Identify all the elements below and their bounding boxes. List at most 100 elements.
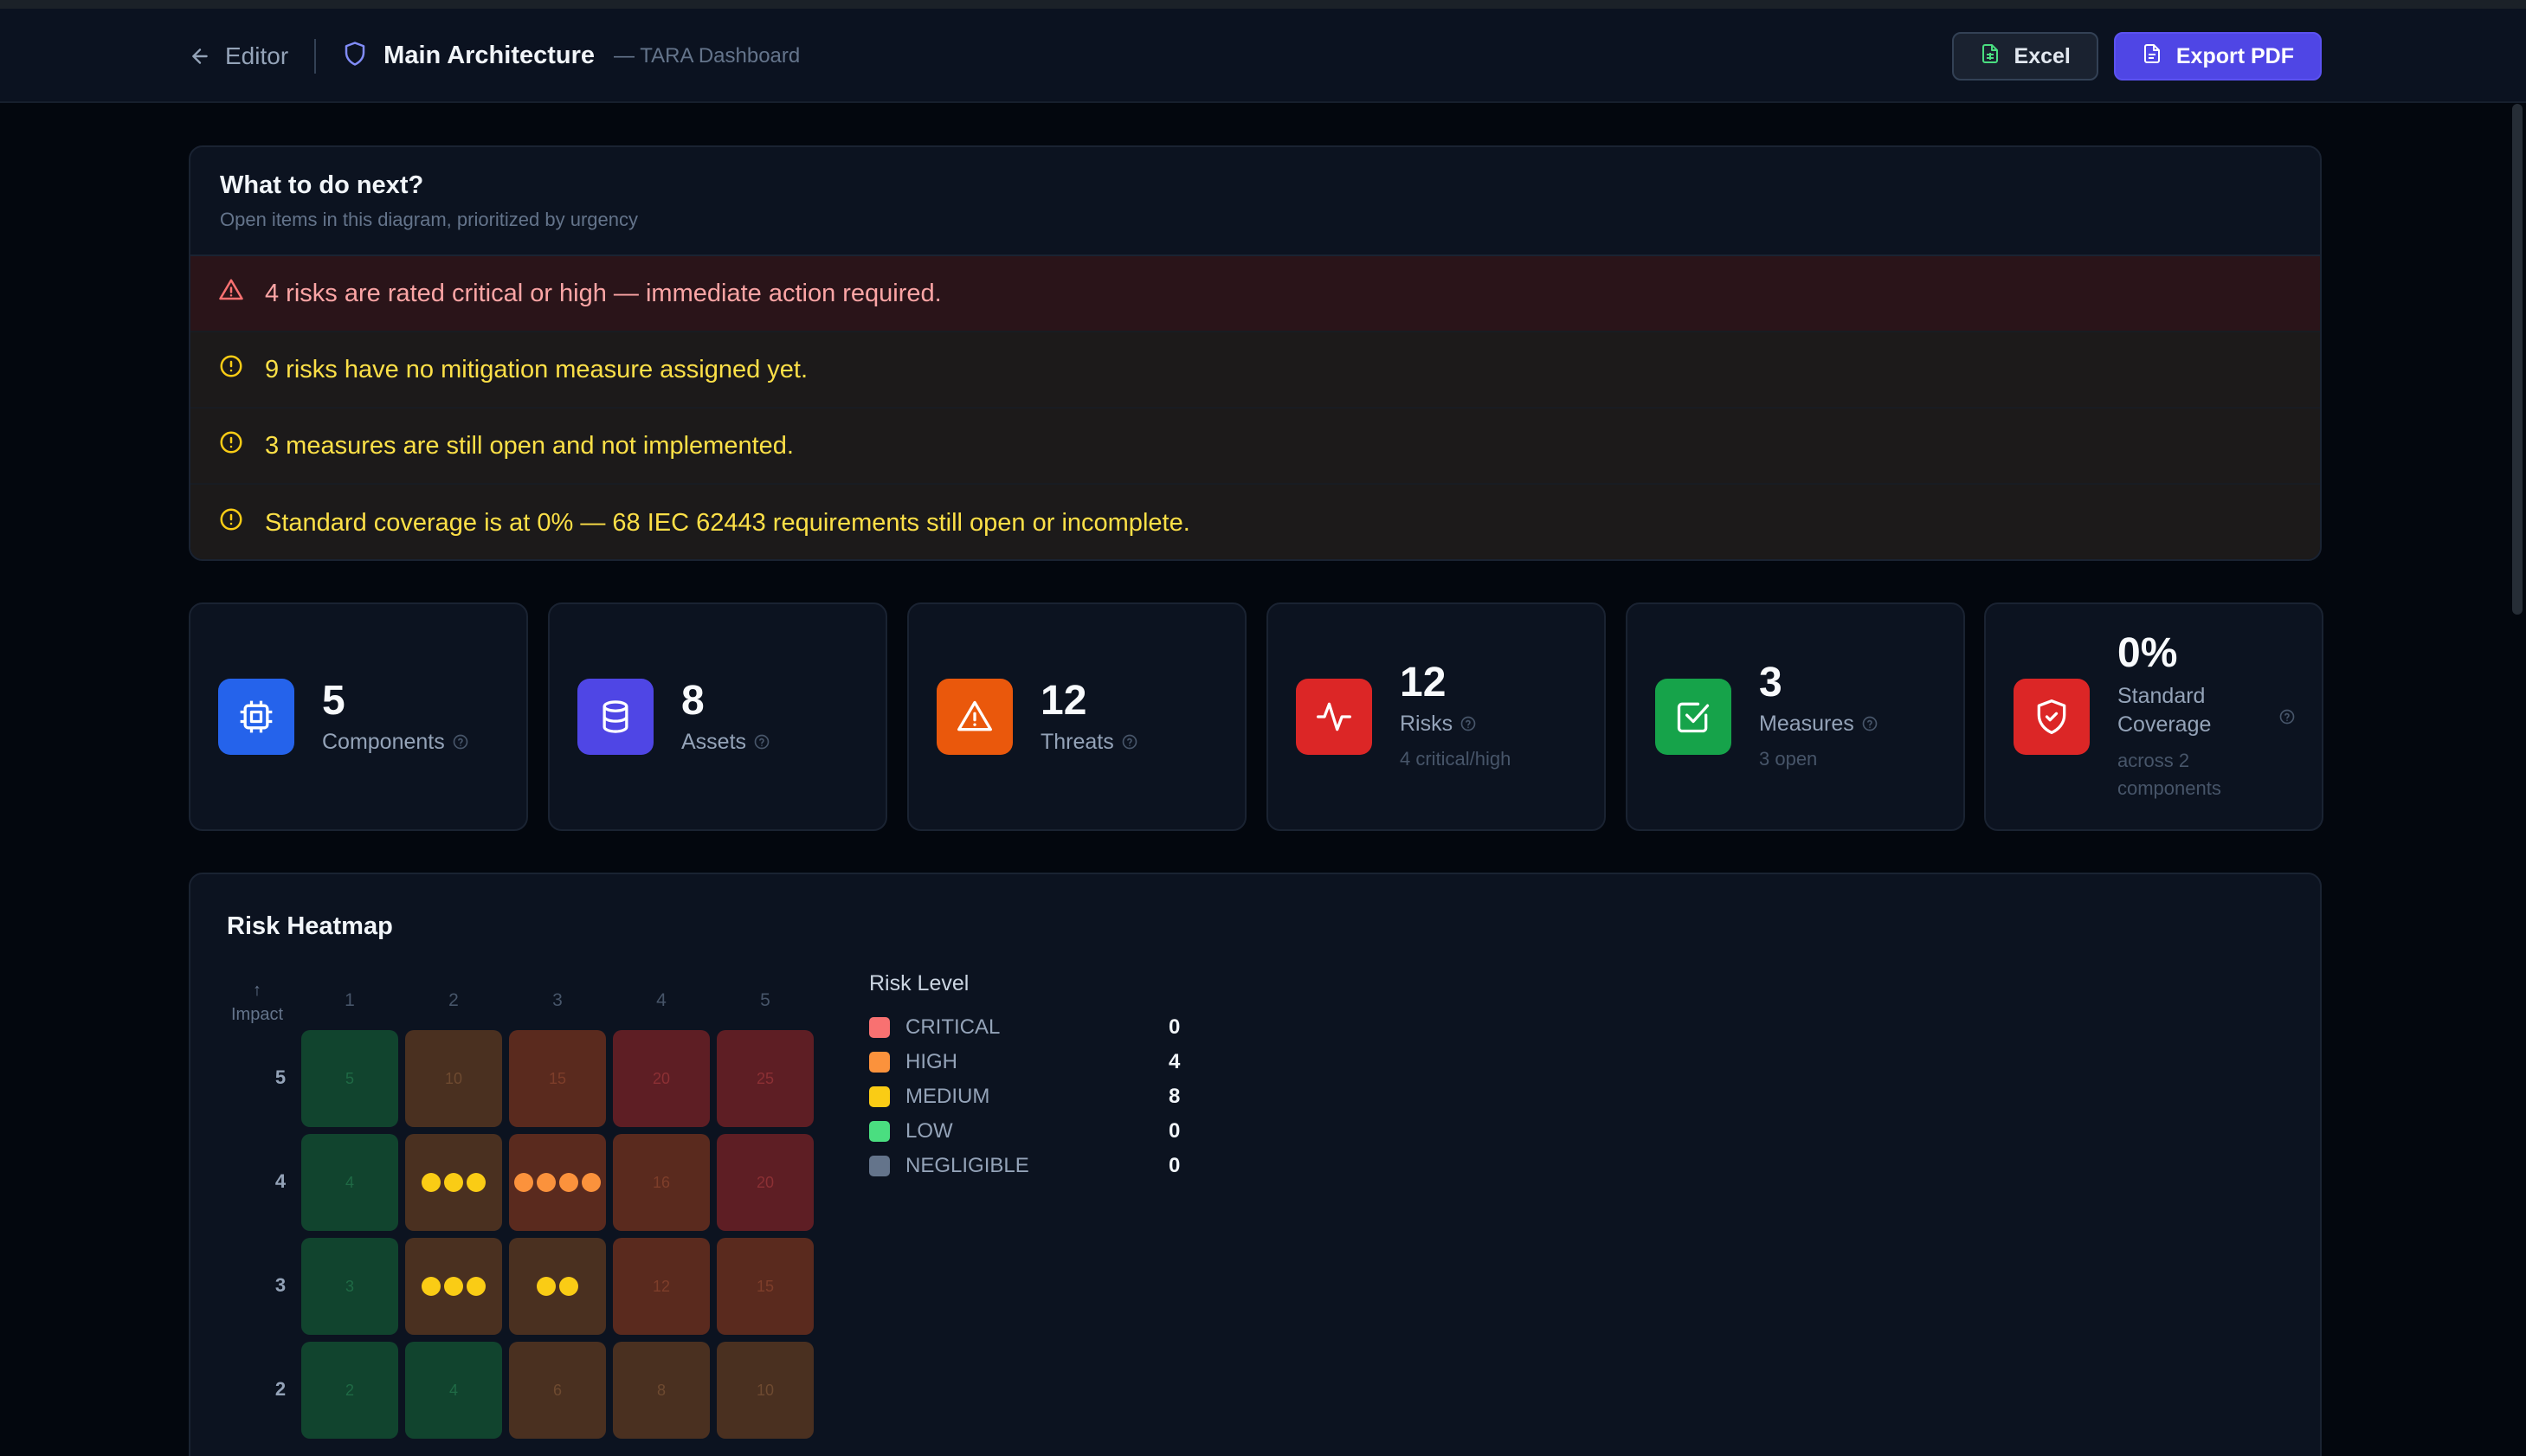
help-icon[interactable]: [1861, 715, 1878, 732]
heatmap-cell[interactable]: 16: [613, 1134, 710, 1231]
heatmap-cell[interactable]: 20: [717, 1134, 814, 1231]
cell-score: 10: [756, 1381, 775, 1399]
risk-dot[interactable]: [444, 1277, 463, 1296]
heatmap-cell[interactable]: [405, 1238, 502, 1335]
impact-row-label: 5: [274, 1066, 287, 1088]
likelihood-column-label: 2: [448, 990, 459, 1010]
risk-dot[interactable]: [514, 1173, 533, 1192]
todo-item-text: Standard coverage is at 0% — 68 IEC 6244…: [265, 508, 1190, 537]
help-icon[interactable]: [1121, 733, 1138, 751]
legend-swatch: [869, 1156, 890, 1176]
file-text-icon: [2142, 43, 2162, 70]
impact-row-label: 3: [274, 1274, 287, 1296]
heatmap-cell[interactable]: 12: [613, 1238, 710, 1335]
alert-triangle-icon: [218, 277, 244, 310]
heatmap-cell[interactable]: [509, 1238, 606, 1335]
impact-axis-label: ↑ Impact: [227, 978, 287, 1027]
heatmap-cell[interactable]: 6: [509, 1342, 606, 1439]
legend-count: 0: [1169, 1154, 1181, 1177]
likelihood-column-label: 5: [760, 990, 770, 1010]
cpu-icon: [218, 679, 294, 755]
help-icon[interactable]: [1460, 715, 1477, 732]
heatmap-cell[interactable]: 20: [613, 1030, 710, 1127]
stat-card-risks[interactable]: 12 Risks 4 critical/high: [1266, 602, 1606, 831]
stat-card-assets[interactable]: 8 Assets: [548, 602, 887, 831]
cell-score: 4: [345, 1173, 354, 1191]
risks-label: Risks: [1400, 711, 1453, 736]
heatmap-cell[interactable]: 4: [405, 1342, 502, 1439]
help-icon[interactable]: [753, 733, 770, 751]
cell-score: 2: [345, 1381, 354, 1399]
stat-card-components[interactable]: 5 Components: [189, 602, 528, 831]
risk-dot[interactable]: [537, 1277, 556, 1296]
heatmap-cell[interactable]: 25: [717, 1030, 814, 1127]
legend-swatch: [869, 1017, 890, 1038]
export-pdf-button[interactable]: Export PDF: [2113, 32, 2322, 81]
assets-label: Assets: [681, 729, 747, 754]
measures-label: Measures: [1759, 711, 1854, 736]
excel-export-button[interactable]: Excel: [1951, 32, 2098, 81]
assets-count: 8: [681, 678, 705, 725]
scrollbar-thumb[interactable]: [2512, 104, 2523, 615]
heatmap-cell[interactable]: 15: [717, 1238, 814, 1335]
impact-label: Impact: [230, 1005, 284, 1024]
risk-dot[interactable]: [422, 1173, 441, 1192]
stat-card-threats[interactable]: 12 Threats: [907, 602, 1247, 831]
next-steps-subtitle: Open items in this diagram, prioritized …: [220, 209, 638, 230]
legend-title: Risk Level: [869, 971, 970, 995]
heatmap-cell[interactable]: 3: [301, 1238, 398, 1335]
risk-dot[interactable]: [467, 1277, 486, 1296]
risk-dot[interactable]: [537, 1173, 556, 1192]
page-title: Main Architecture: [383, 42, 596, 69]
alert-circle-icon: [218, 506, 244, 539]
cell-score: 20: [652, 1069, 671, 1087]
risk-dot[interactable]: [444, 1173, 463, 1192]
heatmap-cell[interactable]: 5: [301, 1030, 398, 1127]
legend-item: LOW 0: [869, 1114, 1180, 1149]
risk-dot[interactable]: [467, 1173, 486, 1192]
stat-card-measures[interactable]: 3 Measures 3 open: [1626, 602, 1965, 831]
alert-circle-icon: [218, 353, 244, 386]
heatmap-cell[interactable]: [405, 1134, 502, 1231]
risk-dot[interactable]: [582, 1173, 601, 1192]
todo-item-critical[interactable]: 4 risks are rated critical or high — imm…: [190, 256, 2320, 332]
cell-score: 16: [652, 1173, 671, 1191]
threats-count: 12: [1041, 678, 1087, 725]
todo-item-warning[interactable]: Standard coverage is at 0% — 68 IEC 6244…: [190, 485, 2320, 559]
coverage-value: 0%: [2117, 630, 2178, 677]
todo-item-warning[interactable]: 3 measures are still open and not implem…: [190, 409, 2320, 485]
cell-score: 10: [444, 1069, 463, 1087]
export-pdf-label: Export PDF: [2175, 43, 2294, 68]
heatmap-cell[interactable]: 10: [717, 1342, 814, 1439]
database-icon: [577, 679, 654, 755]
risks-sub-label: 4 critical/high: [1400, 747, 1511, 770]
legend-swatch: [869, 1052, 890, 1073]
heatmap-cell[interactable]: 2: [301, 1342, 398, 1439]
back-to-editor-link[interactable]: Editor: [189, 42, 288, 70]
cell-score: 20: [756, 1173, 775, 1191]
help-icon[interactable]: [2278, 708, 2296, 725]
todo-item-warning[interactable]: 9 risks have no mitigation measure assig…: [190, 332, 2320, 409]
heatmap-cell[interactable]: 8: [613, 1342, 710, 1439]
impact-row-label: 4: [274, 1170, 287, 1192]
heatmap-cell[interactable]: 4: [301, 1134, 398, 1231]
risk-dot[interactable]: [559, 1173, 578, 1192]
legend-label: CRITICAL: [905, 1015, 1001, 1039]
arrow-left-icon: [189, 45, 211, 68]
likelihood-column-label: 1: [345, 990, 355, 1010]
heatmap-cell[interactable]: [509, 1134, 606, 1231]
cell-score: 5: [345, 1069, 354, 1087]
heatmap-cell[interactable]: 10: [405, 1030, 502, 1127]
shield-icon: [342, 41, 368, 71]
coverage-sub-label: across 2 components: [2117, 750, 2221, 799]
cell-score: 8: [656, 1381, 666, 1399]
risk-dot[interactable]: [422, 1277, 441, 1296]
legend-swatch: [869, 1086, 890, 1107]
risk-dot[interactable]: [559, 1277, 578, 1296]
stat-card-standard-coverage[interactable]: 0% Standard Coverage across 2 components: [1984, 602, 2323, 831]
activity-icon: [1296, 679, 1372, 755]
help-icon[interactable]: [452, 733, 469, 751]
cell-score: 12: [652, 1277, 671, 1295]
heatmap-cell[interactable]: 15: [509, 1030, 606, 1127]
cell-score: 3: [345, 1277, 354, 1295]
